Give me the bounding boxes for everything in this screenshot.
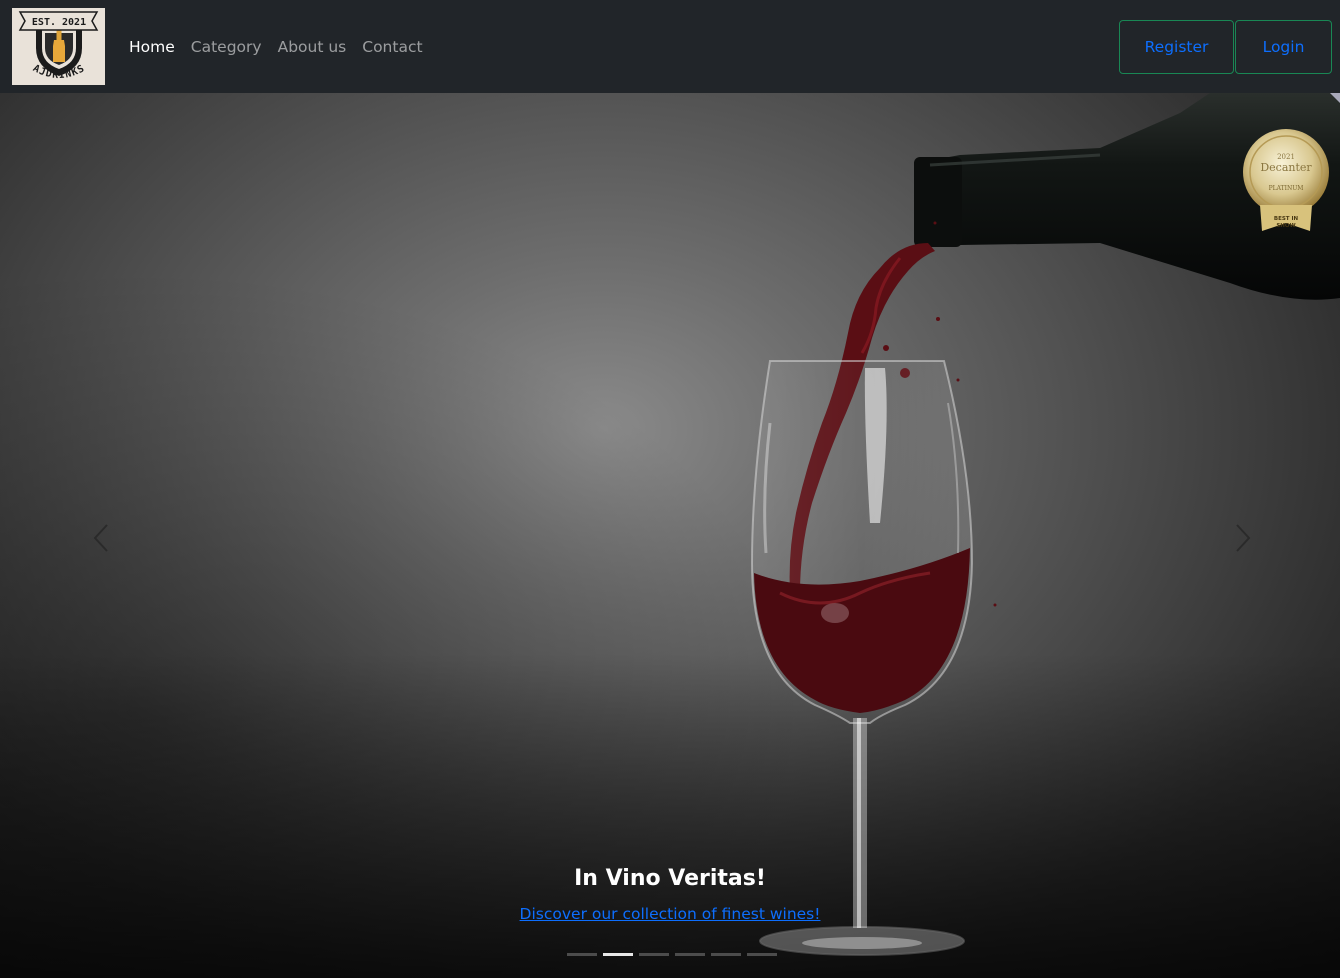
- medal-level: PLATINUM: [1269, 185, 1304, 192]
- hero-slide-image: 2021 Decanter PLATINUM BEST IN SHOW: [0, 93, 1340, 978]
- carousel-caption-link[interactable]: Discover our collection of finest wines!: [520, 905, 821, 923]
- carousel-indicator[interactable]: [639, 953, 669, 956]
- auth-buttons: Register Login: [1119, 20, 1332, 74]
- login-button[interactable]: Login: [1235, 20, 1332, 74]
- nav-contact[interactable]: Contact: [362, 38, 422, 56]
- carousel-indicator[interactable]: [747, 953, 777, 956]
- carousel-next-button[interactable]: [1231, 523, 1255, 553]
- brand-logo[interactable]: EST. 2021 AJDRINKS: [12, 8, 105, 85]
- carousel-indicator[interactable]: [603, 953, 633, 956]
- chevron-left-icon: [93, 524, 108, 552]
- nav-home[interactable]: Home: [129, 38, 175, 56]
- chevron-right-icon: [1236, 524, 1251, 552]
- nav-category[interactable]: Category: [191, 38, 262, 56]
- navbar: EST. 2021 AJDRINKS Home Category About u…: [0, 0, 1340, 93]
- medal-award-1: BEST IN: [1274, 216, 1299, 222]
- nav-about-us[interactable]: About us: [278, 38, 347, 56]
- carousel-indicator[interactable]: [567, 953, 597, 956]
- logo-est-text: EST. 2021: [32, 17, 86, 28]
- medal-year: 2021: [1277, 153, 1295, 161]
- carousel-indicator[interactable]: [711, 953, 741, 956]
- carousel-indicators: [567, 953, 783, 956]
- carousel-caption-title: In Vino Veritas!: [574, 866, 766, 891]
- carousel-prev-button[interactable]: [89, 523, 113, 553]
- carousel-indicator[interactable]: [675, 953, 705, 956]
- medal-award-2: SHOW: [1276, 223, 1295, 229]
- nav-links: Home Category About us Contact: [129, 0, 439, 93]
- hero-carousel: 2021 Decanter PLATINUM BEST IN SHOW In V…: [0, 93, 1340, 978]
- register-button[interactable]: Register: [1119, 20, 1234, 74]
- medal-brand: Decanter: [1260, 161, 1312, 174]
